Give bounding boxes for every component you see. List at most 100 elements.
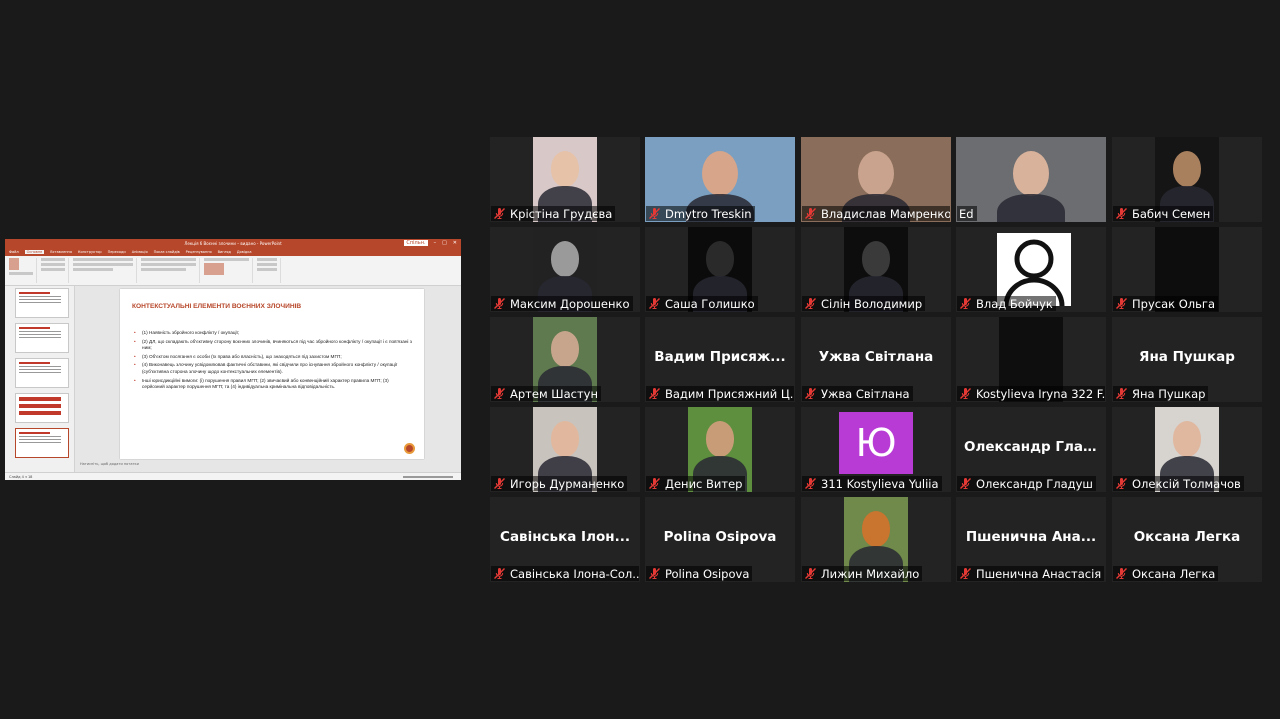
- slide-bullet: (1) Наявність збройного конфлікту / окуп…: [132, 330, 412, 337]
- ribbon-tab[interactable]: Рецензування: [186, 250, 212, 254]
- participant-display-name: Вадим Присяж...: [654, 349, 786, 365]
- participant-face: [550, 331, 580, 367]
- participant-tile[interactable]: Бабич Семен: [1112, 137, 1262, 222]
- ribbon-tab[interactable]: Довідка: [237, 250, 252, 254]
- muted-mic-icon: [1115, 207, 1128, 220]
- participant-face: [550, 151, 580, 187]
- powerpoint-title-bar: Лекція 6 Воєнні злочини – видано - Power…: [5, 239, 461, 248]
- close-icon[interactable]: ✕: [453, 240, 457, 246]
- participant-display-name: Ужва Світлана: [818, 349, 934, 365]
- participant-tile[interactable]: Ed: [956, 137, 1106, 222]
- avatar: Ю: [839, 412, 913, 474]
- participant-name: Крістіна Грудєва: [510, 206, 613, 221]
- slide-thumbnails[interactable]: [5, 286, 75, 472]
- ribbon-group-slides[interactable]: [41, 258, 69, 283]
- ribbon-tabs: Файл Основне Вставлення Конструктор Переходи…: [5, 248, 461, 256]
- slide-thumbnail[interactable]: [15, 358, 69, 388]
- participant-tile[interactable]: Крістіна Грудєва: [490, 137, 640, 222]
- participant-face: [1172, 151, 1202, 187]
- participant-name: Dmytro Treskin: [665, 206, 752, 221]
- slide-thumbnail[interactable]: [15, 393, 69, 423]
- notes-placeholder[interactable]: Натисніть, щоб додати нотатки: [80, 462, 139, 466]
- participant-name-tag: Ужва Світлана: [802, 386, 913, 401]
- participant-name-tag: Kostylieva Iryna 322 F...: [957, 386, 1105, 401]
- participant-tile[interactable]: Оксана Легка Оксана Легка: [1112, 497, 1262, 582]
- share-button[interactable]: Спільн.: [404, 240, 428, 246]
- participant-face: [858, 151, 894, 196]
- participant-tile[interactable]: Саша Голишко: [645, 227, 795, 312]
- participant-name-tag: Лижин Михайло: [802, 566, 923, 581]
- participant-name: Пшенична Анастасія: [976, 566, 1102, 581]
- ribbon-group-paragraph[interactable]: [141, 258, 200, 283]
- maximize-icon[interactable]: □: [442, 240, 447, 246]
- muted-mic-icon: [493, 477, 506, 490]
- participant-name-tag: Максим Дорошенко: [491, 296, 633, 311]
- ribbon-tab[interactable]: Анімація: [132, 250, 148, 254]
- ribbon-tab[interactable]: Основне: [24, 250, 45, 254]
- participant-tile[interactable]: Dmytro Treskin: [645, 137, 795, 222]
- ribbon-tab[interactable]: Конструктор: [78, 250, 102, 254]
- participant-name-tag: Олександр Гладуш: [957, 476, 1096, 491]
- participant-name-tag: 311 Kostylieva Yuliia: [802, 476, 942, 491]
- participant-face: [861, 241, 891, 277]
- participant-tile[interactable]: Сілін Володимир: [801, 227, 951, 312]
- participant-tile[interactable]: Владислав Мамренко: [801, 137, 951, 222]
- ribbon-group-editing[interactable]: [257, 258, 281, 283]
- participant-tile[interactable]: Савінська Ілон... Савінська Ілона-Сол...: [490, 497, 640, 582]
- participant-name-tag: Олексій Толмачов: [1113, 476, 1244, 491]
- current-slide: КОНТЕКСТУАЛЬНІ ЕЛЕМЕНТИ ВОЄННИХ ЗЛОЧИНІВ…: [120, 289, 424, 459]
- participant-tile[interactable]: Олександр Гла... Олександр Гладуш: [956, 407, 1106, 492]
- participant-display-name: Пшенична Ана...: [965, 529, 1097, 545]
- participant-name: Игорь Дурманенко: [510, 476, 625, 491]
- ribbon-toolbar: [5, 256, 461, 286]
- participant-tile[interactable]: Polina Osipova Polina Osipova: [645, 497, 795, 582]
- shared-screen[interactable]: Лекція 6 Воєнні злочини – видано - Power…: [5, 239, 461, 480]
- participant-tile[interactable]: Игорь Дурманенко: [490, 407, 640, 492]
- participant-tile[interactable]: Kostylieva Iryna 322 F...: [956, 317, 1106, 402]
- participant-tile[interactable]: Артем Шастун: [490, 317, 640, 402]
- window-title: Лекція 6 Воєнні злочини – видано - Power…: [184, 241, 282, 246]
- slide-thumbnail[interactable]: [15, 323, 69, 353]
- muted-mic-icon: [493, 567, 506, 580]
- participant-display-name: Олександр Гла...: [964, 439, 1099, 455]
- participant-name-tag: Саша Голишко: [646, 296, 758, 311]
- ribbon-group-font[interactable]: [73, 258, 137, 283]
- participant-face: [1172, 421, 1202, 457]
- participant-tile[interactable]: Яна Пушкар Яна Пушкар: [1112, 317, 1262, 402]
- minimize-icon[interactable]: –: [434, 240, 437, 246]
- ribbon-group-clipboard[interactable]: [9, 258, 37, 283]
- muted-mic-icon: [959, 567, 972, 580]
- slide-thumbnail[interactable]: [15, 288, 69, 318]
- participant-tile[interactable]: Максим Дорошенко: [490, 227, 640, 312]
- participant-name-tag: Polina Osipova: [646, 566, 753, 581]
- participant-name: Оксана Легка: [1132, 566, 1216, 581]
- participant-face: [550, 421, 580, 457]
- participant-name: Максим Дорошенко: [510, 296, 630, 311]
- participant-name-tag: Ed: [957, 206, 977, 221]
- participant-tile[interactable]: Прусак Ольга: [1112, 227, 1262, 312]
- participant-tile[interactable]: Влад Бойчук: [956, 227, 1106, 312]
- participant-tile[interactable]: Пшенична Ана... Пшенична Анастасія: [956, 497, 1106, 582]
- ribbon-tab[interactable]: Вставлення: [50, 250, 72, 254]
- participant-tile[interactable]: Ю 311 Kostylieva Yuliia: [801, 407, 951, 492]
- participant-tile[interactable]: Ужва Світлана Ужва Світлана: [801, 317, 951, 402]
- participant-name: Вадим Присяжний Ц...: [665, 386, 794, 401]
- participant-tile[interactable]: Денис Витер: [645, 407, 795, 492]
- muted-mic-icon: [804, 207, 817, 220]
- participant-tile[interactable]: Лижин Михайло: [801, 497, 951, 582]
- participant-name: Олександр Гладуш: [976, 476, 1093, 491]
- participant-name: Савінська Ілона-Сол...: [510, 566, 639, 581]
- slide-thumbnail-selected[interactable]: [15, 428, 69, 458]
- ribbon-tab[interactable]: Переходи: [108, 250, 126, 254]
- ribbon-group-drawing[interactable]: [204, 258, 253, 283]
- participant-name-tag: Прусак Ольга: [1113, 296, 1218, 311]
- muted-mic-icon: [648, 297, 661, 310]
- ribbon-tab[interactable]: Файл: [9, 250, 19, 254]
- participant-tile[interactable]: Вадим Присяж... Вадим Присяжний Ц...: [645, 317, 795, 402]
- slide-bullet: (4) Виконавець злочину усвідомлював факт…: [132, 362, 412, 375]
- ribbon-tab[interactable]: Показ слайдів: [154, 250, 180, 254]
- slide-counter: Слайд 4 з 18: [9, 474, 33, 479]
- participant-tile[interactable]: Олексій Толмачов: [1112, 407, 1262, 492]
- ribbon-tab[interactable]: Вигляд: [218, 250, 231, 254]
- zoom-slider[interactable]: [403, 475, 453, 478]
